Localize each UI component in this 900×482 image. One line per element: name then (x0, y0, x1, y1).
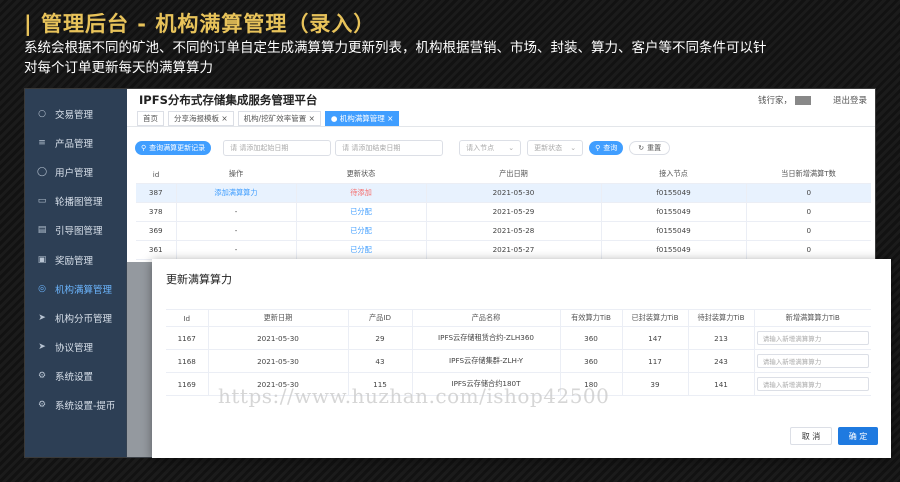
user-name: 钱行家， (757, 96, 792, 106)
promo-description-line-2: 对每个订单更新每天的满算算力 (24, 60, 213, 76)
start-date-input[interactable]: 请 请添加起始日期 (223, 140, 332, 156)
send-icon: ➤ (38, 342, 46, 353)
col-pending-power: 待封装算力TiB (688, 309, 755, 327)
end-date-input[interactable]: 请 请添加结束日期 (335, 140, 444, 156)
sidebar-item-label: 机构分币管理 (55, 313, 113, 325)
col-sealed-power: 已封装算力TiB (622, 309, 689, 327)
chevron-down-icon: ⌄ (508, 144, 515, 152)
col-id: Id (166, 309, 209, 327)
sidebar-item-label: 机构满算管理 (55, 284, 113, 296)
sidebar-item-label: 产品管理 (55, 138, 94, 150)
sidebar-item-label: 引导图管理 (55, 226, 103, 238)
image-icon: ▤ (37, 225, 47, 236)
sidebar-item-products[interactable]: ≡ 产品管理 (25, 128, 127, 157)
col-valid-power: 有效算力TiB (560, 309, 623, 327)
col-status: 更新状态 (296, 166, 426, 184)
sidebar-item-settings-withdraw[interactable]: ⚙ 系统设置-提币 (25, 391, 127, 420)
search-icon: ⚲ (595, 144, 601, 152)
status-badge: 已分配 (296, 202, 427, 222)
new-power-input[interactable]: 请输入新增满算算力 (756, 331, 869, 345)
status-select[interactable]: 更新状态 ⌄ (527, 140, 584, 156)
sidebar-item-guide[interactable]: ▤ 引导图管理 (25, 216, 127, 245)
sidebar-item-label: 协议管理 (55, 343, 94, 355)
filter-bar: ⚲ 查询满算更新记录 请 请添加起始日期 请 请添加结束日期 请入节点 ⌄ 更新状态… (127, 137, 875, 159)
tab-institution-power[interactable]: ● 机构满算管理 × (324, 111, 400, 126)
tab-share-poster[interactable]: 分享海报模板 × (168, 111, 234, 126)
watermark-url: https://www.huzhan.com/ishop42500 (218, 384, 610, 408)
update-power-dialog: 更新满算算力 Id 更新日期 产品ID 产品名称 有效算力TiB 已封装算力Ti… (152, 259, 891, 458)
status-badge: 已分配 (296, 221, 427, 241)
logout-link[interactable]: 退出登录 (833, 94, 867, 106)
power-update-table: id 操作 更新状态 产出日期 接入节点 当日新增满算T数 387 添加满算算力… (136, 166, 871, 260)
tab-mining-efficiency[interactable]: 机构/挖矿效率管置 × (237, 111, 321, 126)
sidebar-item-users[interactable]: ◯ 用户管理 (25, 157, 127, 186)
sidebar-item-label: 系统设置-提币 (55, 401, 116, 413)
cancel-button[interactable]: 取 消 (790, 427, 832, 445)
col-node: 接入节点 (601, 166, 746, 184)
confirm-button[interactable]: 确 定 (838, 427, 878, 445)
sidebar-item-institution-coin[interactable]: ➤ 机构分币管理 (25, 303, 127, 332)
col-id: id (136, 166, 176, 184)
send-icon: ➤ (38, 312, 46, 323)
table-header-row: Id 更新日期 产品ID 产品名称 有效算力TiB 已封装算力TiB 待封装算力… (166, 309, 871, 327)
status-badge: 待添加 (296, 183, 427, 203)
sidebar-item-carousel[interactable]: ▭ 轮播图管理 (25, 187, 127, 216)
user-area: 钱行家， 退出登录 (758, 94, 867, 106)
add-power-link[interactable]: 添加满算算力 (176, 183, 297, 203)
gift-icon: ▣ (37, 254, 47, 265)
tab-home[interactable]: 首页 (137, 111, 164, 126)
col-date: 产出日期 (426, 166, 601, 184)
query-records-button[interactable]: ⚲ 查询满算更新记录 (135, 141, 212, 155)
gear-icon: ⚙ (37, 371, 47, 382)
sidebar-item-label: 奖励管理 (55, 255, 94, 267)
table-row[interactable]: 361 - 已分配 2021-05-27 f0155049 0 (136, 240, 871, 260)
new-power-input[interactable]: 请输入新增满算算力 (756, 354, 869, 368)
dialog-title: 更新满算算力 (166, 273, 232, 286)
table-row[interactable]: 387 添加满算算力 待添加 2021-05-30 f0155049 0 (136, 183, 871, 203)
target-icon: ◎ (38, 283, 46, 294)
monitor-icon: ▭ (37, 196, 47, 207)
sidebar-item-label: 用户管理 (55, 167, 94, 179)
dialog-table: Id 更新日期 产品ID 产品名称 有效算力TiB 已封装算力TiB 待封装算力… (166, 309, 871, 396)
col-count: 当日新增满算T数 (746, 166, 871, 184)
sidebar-item-rewards[interactable]: ▣ 奖励管理 (25, 245, 127, 274)
promo-description-line-1: 系统会根据不同的矿池、不同的订单自定生成满算算力更新列表，机构根据营销、市场、封… (24, 40, 767, 56)
page-tabs: 首页 分享海报模板 × 机构/挖矿效率管置 × ● 机构满算管理 × (127, 111, 875, 127)
sidebar-item-institution-power[interactable]: ◎ 机构满算管理 (25, 274, 127, 303)
table-row: 1167 2021-05-30 29 IPFS云存储租赁合约-ZLH360 36… (166, 326, 871, 350)
col-operation: 操作 (176, 166, 296, 184)
chevron-down-icon: ⌄ (570, 144, 577, 152)
user-icon: ◯ (36, 166, 48, 177)
status-badge: 已分配 (296, 240, 427, 260)
sidebar-item-label: 系统设置 (55, 372, 94, 384)
promo-headline: | 管理后台 - 机构满算管理（录入） (24, 12, 376, 36)
table-row[interactable]: 369 - 已分配 2021-05-28 f0155049 0 (136, 221, 871, 241)
col-product-name: 产品名称 (412, 309, 561, 327)
table-row: 1168 2021-05-30 43 IPFS云存储集群-ZLH-Y 360 1… (166, 349, 871, 373)
table-row[interactable]: 378 - 已分配 2021-05-29 f0155049 0 (136, 202, 871, 222)
new-power-input[interactable]: 请输入新增满算算力 (756, 377, 869, 391)
circle-icon: ○ (38, 108, 46, 119)
list-icon: ≡ (38, 137, 46, 148)
node-select[interactable]: 请入节点 ⌄ (459, 140, 522, 156)
search-button[interactable]: ⚲ 查询 (589, 141, 624, 155)
table-header-row: id 操作 更新状态 产出日期 接入节点 当日新增满算T数 (136, 166, 871, 184)
sidebar-item-label: 轮播图管理 (55, 197, 103, 209)
user-redacted-name (794, 95, 811, 105)
gear-icon: ⚙ (37, 400, 47, 411)
app-title: IPFS分布式存储集成服务管理平台 (139, 93, 318, 107)
sidebar: ○ 交易管理 ≡ 产品管理 ◯ 用户管理 ▭ 轮播图管理 ▤ 引导图管理 ▣ 奖励管理 ◎ 机… (25, 89, 127, 457)
reset-button[interactable]: ↻ 重置 (629, 141, 671, 155)
search-icon: ⚲ (141, 144, 147, 152)
refresh-icon: ↻ (638, 144, 645, 152)
sidebar-item-settings[interactable]: ⚙ 系统设置 (25, 362, 127, 391)
sidebar-item-agreements[interactable]: ➤ 协议管理 (25, 333, 127, 362)
sidebar-item-trade[interactable]: ○ 交易管理 (25, 99, 127, 128)
col-update-date: 更新日期 (208, 309, 349, 327)
col-product-id: 产品ID (348, 309, 413, 327)
sidebar-item-label: 交易管理 (55, 109, 94, 121)
col-new-power: 新增满算算力TiB (754, 309, 871, 327)
